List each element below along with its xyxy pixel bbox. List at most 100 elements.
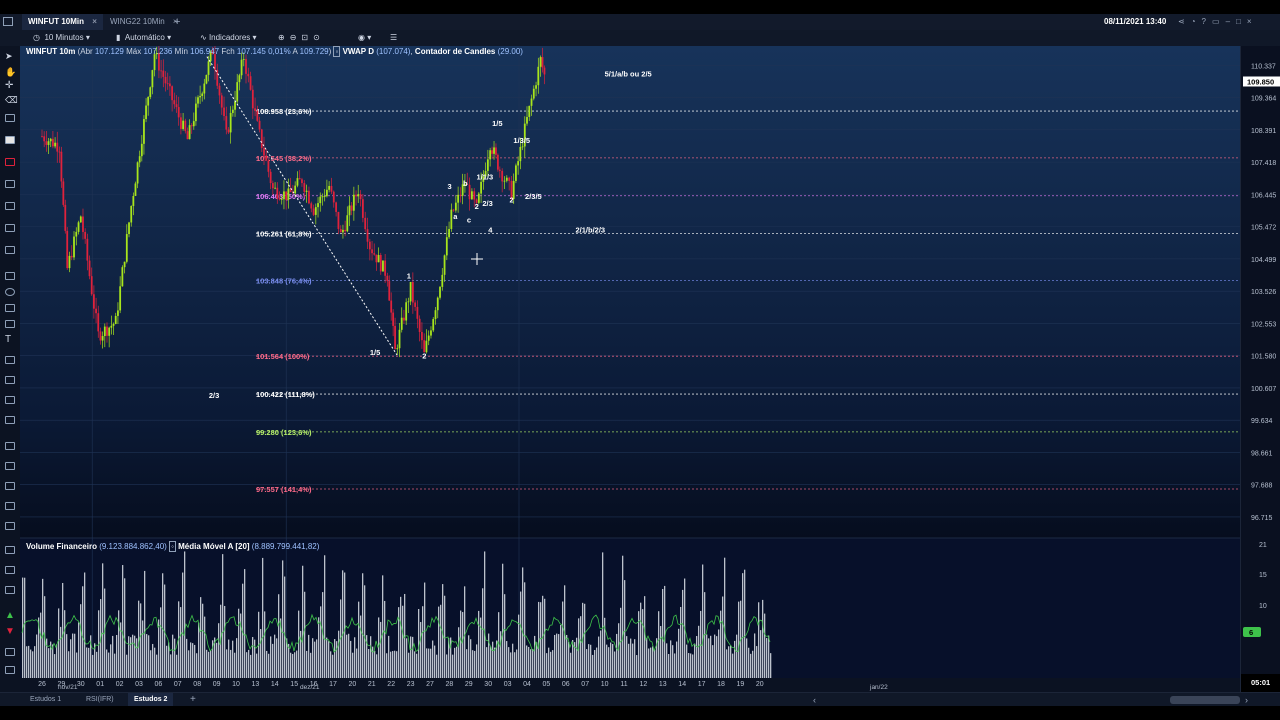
hand-tool-icon[interactable]: ✋ <box>5 68 16 77</box>
fib-fan-tool-icon[interactable] <box>5 376 15 384</box>
scroll-right-icon[interactable]: › <box>1245 693 1248 707</box>
chevron-down-icon: ▾ <box>252 33 257 42</box>
tab-rsi[interactable]: RSI(IFR) <box>86 693 114 707</box>
alert-icon[interactable]: ◔ <box>1191 17 1202 26</box>
vwap-toggle-icon[interactable]: ◦ <box>333 46 341 57</box>
eraser-tool-icon[interactable]: ⌫ <box>5 96 18 105</box>
horizontal-scrollbar[interactable] <box>1170 696 1240 704</box>
text-label-tool-icon[interactable]: T <box>5 335 15 345</box>
tab-winfut[interactable]: WINFUT 10Min × <box>22 14 103 30</box>
candle-body <box>73 236 75 258</box>
ruler-tool-icon[interactable] <box>5 546 15 554</box>
share-icon[interactable]: ⋖ <box>1178 17 1191 26</box>
scroll-left-icon[interactable]: ‹ <box>813 693 816 707</box>
candle-body <box>305 190 308 192</box>
candle-body <box>491 150 493 154</box>
volume-bar <box>42 578 44 678</box>
tab-estudos-1[interactable]: Estudos 1 <box>30 693 61 707</box>
indicators-button[interactable]: ∿ Indicadores ▾ <box>200 30 257 46</box>
time-tick-label: 23 <box>407 681 415 688</box>
trash-tool-icon[interactable] <box>5 666 15 674</box>
zoom-fit-icon[interactable]: ⊡ <box>301 33 313 42</box>
add-study-tab-plus-icon[interactable]: + <box>190 693 196 707</box>
volume-bar <box>82 586 84 678</box>
ellipse-tool-icon[interactable] <box>5 288 15 296</box>
timeframe-selector[interactable]: ◷ 10 Minutos ▾ <box>33 30 90 46</box>
layout-icon[interactable]: ▭ <box>1212 17 1226 26</box>
pencil-tool-icon[interactable] <box>5 180 15 188</box>
triangle-tool-icon[interactable] <box>5 304 15 312</box>
scale-selector[interactable]: ▮ Automático ▾ <box>116 30 171 46</box>
volume-bar <box>232 640 234 678</box>
maximize-icon[interactable]: □ <box>1236 17 1247 26</box>
channel-tool-icon[interactable] <box>5 246 15 254</box>
volume-bar <box>234 652 236 678</box>
candle-body <box>285 191 288 200</box>
candle-body <box>296 178 299 186</box>
ma-toggle-icon[interactable]: ◦ <box>169 541 176 552</box>
price-scale[interactable]: 110.337 109.364 108.391 107.418 106.445 105.4… <box>1240 46 1280 692</box>
polyline-tool-icon[interactable] <box>5 320 15 328</box>
text-tool-icon[interactable] <box>5 136 15 144</box>
gann-tool-icon[interactable] <box>5 442 15 450</box>
help-icon[interactable]: ? <box>1202 17 1212 26</box>
fib-arc-tool-icon[interactable] <box>5 396 15 404</box>
candle-body <box>182 120 185 129</box>
minimize-icon[interactable]: – <box>1226 17 1236 26</box>
alarm-tool-icon[interactable] <box>5 648 15 656</box>
candle-body <box>515 165 517 181</box>
buy-arrow-icon[interactable]: ▲ <box>5 611 15 621</box>
price-legend: WINFUT 10m (Abr 107.129 Máx 107.236 Mín … <box>26 46 523 57</box>
candle-body <box>526 116 528 124</box>
lock-tool-icon[interactable] <box>5 586 15 594</box>
volume-bar <box>266 650 268 678</box>
magnet-tool-icon[interactable] <box>5 158 15 166</box>
cursor-tool-icon[interactable]: ➤ <box>5 52 15 61</box>
candle-body <box>486 159 489 171</box>
volume-bar <box>326 637 328 678</box>
regression-tool-icon[interactable] <box>5 522 15 530</box>
volume-bar <box>666 643 668 678</box>
candle-body <box>368 241 371 250</box>
zoom-tools[interactable]: ⊕⊖⊡⊙ <box>278 30 325 46</box>
close-tab-icon[interactable]: × <box>92 17 97 26</box>
candle-body <box>128 222 130 235</box>
sell-arrow-icon[interactable]: ▼ <box>5 627 15 637</box>
time-tick-label: 18 <box>717 681 725 688</box>
zoom-reset-icon[interactable]: ⊙ <box>313 33 325 42</box>
close-window-icon[interactable]: × <box>1247 17 1258 26</box>
ray-tool-icon[interactable] <box>5 224 15 232</box>
pitchfork-tool-icon[interactable] <box>5 462 15 470</box>
rectangle-tool-icon[interactable] <box>5 272 15 280</box>
visibility-icon[interactable]: ◉ ▾ <box>358 30 371 46</box>
price-chart[interactable]: 108.958 (23,6%)107.545 (38,2%)106.403 (5… <box>20 46 1240 692</box>
tab-estudos-2[interactable]: Estudos 2 <box>128 693 174 707</box>
month-label: nov/21 <box>58 684 78 691</box>
crosshair-tool-icon[interactable]: ✛ <box>5 81 15 91</box>
volume-bar <box>486 647 488 678</box>
volume-bar <box>616 633 618 678</box>
zoom-in-icon[interactable]: ⊕ <box>278 33 290 42</box>
line-tool-icon[interactable] <box>5 114 15 122</box>
fibonacci-tool-icon[interactable] <box>5 356 15 364</box>
trendline-tool-icon[interactable] <box>5 202 15 210</box>
volume-bar <box>162 573 164 678</box>
add-tab-plus-icon[interactable]: + <box>174 14 180 30</box>
volume-bar <box>766 638 768 678</box>
time-tick-label: 11 <box>620 681 627 688</box>
fib-time-tool-icon[interactable] <box>5 416 15 424</box>
vwap-value: (107.074) <box>376 47 411 56</box>
volume-bar <box>64 610 66 678</box>
volume-bar <box>762 599 764 678</box>
volume-bar <box>200 597 202 678</box>
window-controls[interactable]: ⋖◔?▭–□× <box>1178 14 1258 30</box>
zoom-out-icon[interactable]: ⊖ <box>290 33 302 42</box>
settings-sliders-icon[interactable]: ☰ <box>390 30 397 46</box>
anchor-tool-icon[interactable] <box>5 566 15 574</box>
volume-bar <box>650 647 652 678</box>
volume-bar <box>750 653 752 678</box>
elliott-tool-icon[interactable] <box>5 502 15 510</box>
tab-wing22[interactable]: WING22 10Min × <box>110 14 178 30</box>
volume-bar <box>308 634 310 678</box>
measure-tool-icon[interactable] <box>5 482 15 490</box>
